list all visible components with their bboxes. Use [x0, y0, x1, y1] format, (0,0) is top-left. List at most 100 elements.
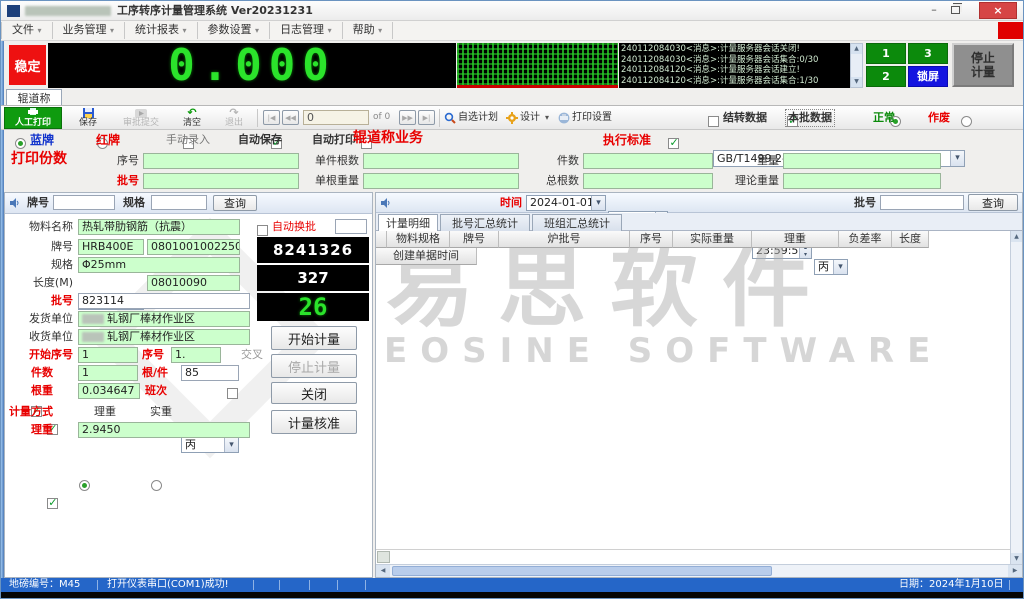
save-button[interactable]: 保存	[67, 107, 109, 129]
search-grade-input[interactable]	[53, 195, 115, 210]
grade-field[interactable]: HRB400E	[78, 239, 144, 255]
col-header[interactable]: 实际重量	[673, 231, 752, 248]
design-dropdown-icon[interactable]: ▾	[545, 113, 549, 122]
left-query-button[interactable]: 查询	[213, 195, 257, 211]
pieces-per-field[interactable]	[363, 153, 519, 169]
scroll-right-icon[interactable]: ▶	[1008, 565, 1022, 577]
measure-verify-button[interactable]: 计量核准	[271, 410, 357, 434]
business-title: 辊道称业务	[353, 130, 423, 146]
spec-field[interactable]: Φ25mm	[78, 257, 240, 273]
scroll-down-icon[interactable]: ▼	[851, 77, 862, 87]
batch-field[interactable]: 823114	[78, 293, 250, 309]
left-panel: 牌号 规格 查询 物料名称 热轧带肋钢筋（抗震） 自动换批 牌号 HRB400E…	[4, 192, 373, 578]
exit-button[interactable]: ↷ 退出	[215, 107, 253, 129]
counter-total: 8241326	[257, 237, 369, 263]
scroll-down-icon[interactable]: ▼	[1011, 553, 1022, 564]
seq-field[interactable]: 1.	[171, 347, 221, 363]
console-scrollbar[interactable]: ▲ ▼	[850, 43, 863, 88]
pieces-field[interactable]: 1	[78, 365, 138, 381]
per-weight-field[interactable]	[363, 173, 519, 189]
shift-select[interactable]: 丙	[181, 437, 239, 453]
select-plan-button[interactable]: 自选计划	[444, 107, 498, 129]
restore-button[interactable]	[951, 6, 960, 14]
scroll-left-icon[interactable]: ◀	[376, 565, 390, 577]
normal-label: 正常	[873, 110, 895, 126]
stop-measure-button[interactable]: 停止计量	[952, 43, 1014, 87]
piece-count-field[interactable]	[583, 153, 713, 169]
right-query-button[interactable]: 查询	[968, 194, 1018, 211]
carryover-checkbox[interactable]	[708, 116, 719, 127]
theory-checkbox[interactable]	[47, 498, 58, 509]
nav-last-button[interactable]: ▶|	[418, 110, 435, 125]
standard-checkbox[interactable]	[668, 138, 679, 149]
material-field[interactable]: 热轧带肋钢筋（抗震）	[78, 219, 240, 235]
menu-item-params[interactable]: 参数设置 ▾	[197, 22, 270, 39]
watermark-en: EOSINE SOFTWARE	[384, 331, 1020, 371]
rod-weight-field[interactable]: 0.034647	[78, 383, 140, 399]
col-header[interactable]: 炉批号	[499, 231, 630, 248]
close-button[interactable]: ×	[979, 2, 1017, 19]
nav-next-button[interactable]: ▶▶	[399, 110, 416, 125]
menu-item-business[interactable]: 业务管理 ▾	[52, 22, 125, 39]
approve-submit-button[interactable]: 审批提交	[115, 107, 167, 129]
shipper-field[interactable]: 轧钢厂棒材作业区	[78, 311, 250, 327]
col-header[interactable]: 牌号	[450, 231, 499, 248]
quick-button-3[interactable]: 3	[908, 43, 948, 64]
col-header[interactable]: 序号	[630, 231, 673, 248]
quick-button-1[interactable]: 1	[866, 43, 906, 64]
nav-first-button[interactable]: |◀	[263, 110, 280, 125]
pieces-per-label: 单件根数	[301, 153, 359, 169]
manual-print-button[interactable]: 人工打印	[4, 107, 62, 129]
start-seq-field[interactable]: 1	[78, 347, 138, 363]
theory-field[interactable]: 2.9450	[78, 422, 250, 438]
horizontal-scrollbar[interactable]: ◀ ▶	[376, 564, 1022, 577]
start-measure-button[interactable]: 开始计量	[271, 326, 357, 350]
console-line: 240112084120<消息>:计量服务器会话集合:1/30	[621, 76, 848, 87]
printer-icon	[27, 108, 39, 115]
total-rods-field[interactable]	[583, 173, 713, 189]
print-setup-button[interactable]: 打印设置	[557, 107, 613, 129]
col-header[interactable]: 创建单据时间	[376, 248, 477, 265]
clear-button[interactable]: ↶ 清空	[173, 107, 211, 129]
col-header[interactable]: 理重	[752, 231, 839, 248]
batch-no-field[interactable]	[143, 173, 299, 189]
quick-button-2[interactable]: 2	[866, 66, 906, 87]
col-header[interactable]: 长度	[892, 231, 929, 248]
scroll-up-icon[interactable]: ▲	[851, 44, 862, 54]
batch-filter-input[interactable]	[880, 195, 964, 210]
date-from-select[interactable]: 2024-01-01	[526, 195, 606, 211]
menu-item-help[interactable]: 帮助 ▾	[342, 22, 394, 39]
close-panel-button[interactable]: 关闭	[271, 382, 357, 404]
nav-prev-button[interactable]: ◀◀	[282, 110, 299, 125]
counter-current: 26	[257, 293, 369, 321]
record-position-input[interactable]: 0	[303, 110, 369, 125]
auto-batch-field[interactable]	[335, 219, 367, 234]
auto-save-label: 自动保存	[238, 132, 282, 148]
invalid-radio[interactable]	[961, 116, 972, 127]
grade-code-field[interactable]: 0801001002250	[147, 239, 240, 255]
blue-plate-radio[interactable]	[15, 138, 26, 149]
col-header[interactable]: 物料规格	[387, 231, 450, 248]
tab-roller-scale[interactable]: 辊道称	[6, 89, 62, 105]
minimize-button[interactable]: –	[923, 2, 945, 18]
receiver-field[interactable]: 轧钢厂棒材作业区	[78, 329, 250, 345]
stop-measure-side-button[interactable]: 停止计量	[271, 354, 357, 378]
rods-per-field[interactable]: 85	[181, 365, 239, 381]
serial-field[interactable]	[143, 153, 299, 169]
weight-field[interactable]	[783, 153, 941, 169]
menu-item-logs[interactable]: 日志管理 ▾	[269, 22, 342, 39]
design-button[interactable]: 设计	[503, 107, 543, 129]
method-actual-radio[interactable]	[151, 480, 162, 491]
col-header[interactable]: 负差率	[839, 231, 892, 248]
method-theory-radio[interactable]	[79, 480, 90, 491]
lock-screen-button[interactable]: 锁屏	[908, 66, 948, 87]
menu-item-file[interactable]: 文件 ▾	[1, 22, 52, 39]
theory-weight-field[interactable]	[783, 173, 941, 189]
search-grade-label: 牌号	[27, 195, 49, 211]
menu-item-reports[interactable]: 统计报表 ▾	[124, 22, 197, 39]
auto-batch-checkbox[interactable]	[257, 225, 268, 236]
scrollbar-thumb[interactable]	[392, 566, 772, 576]
cross-checkbox[interactable]	[227, 388, 238, 399]
search-spec-input[interactable]	[151, 195, 207, 210]
length-code-field[interactable]: 08010090	[147, 275, 240, 291]
